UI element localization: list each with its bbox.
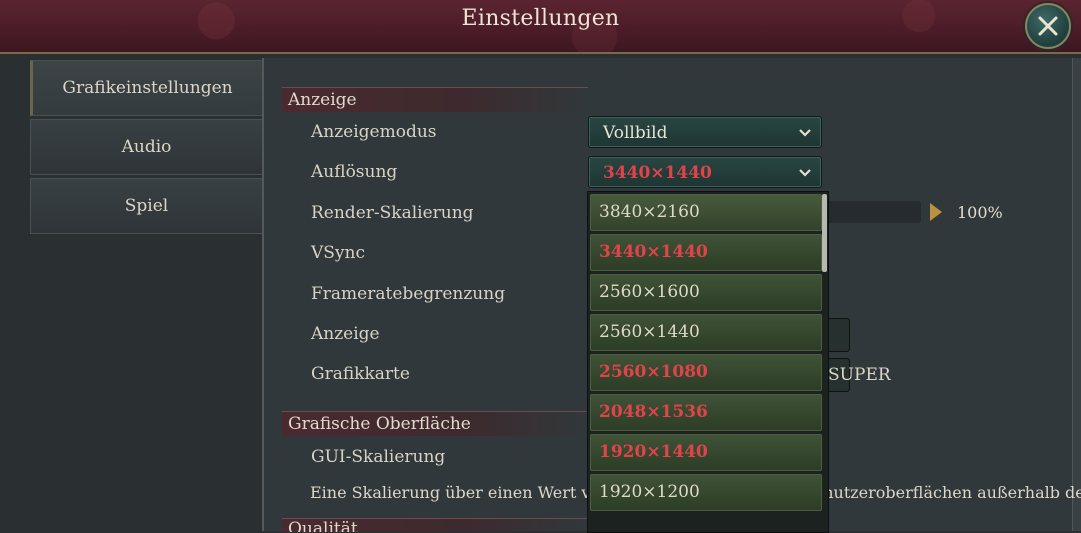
label-grafikkarte: Grafikkarte: [311, 364, 410, 384]
label-anzeige: Anzeige: [311, 324, 380, 344]
resolution-dropdown[interactable]: 3440×1440: [588, 156, 822, 188]
resolution-option[interactable]: 3840×2160: [590, 194, 822, 231]
label-render-skalierung: Render-Skalierung: [311, 203, 474, 223]
resolution-option[interactable]: 2560×1440: [590, 314, 822, 351]
section-qualitaet: Qualität: [282, 518, 588, 532]
resolution-option[interactable]: 2560×1600: [590, 274, 822, 311]
display-mode-value: Vollbild: [603, 123, 668, 143]
render-scaling-value: 100%: [957, 203, 1003, 222]
resolution-option[interactable]: 2048×1536: [590, 394, 822, 431]
label-frameratebegrenzung: Frameratebegrenzung: [311, 284, 506, 304]
arrow-right-icon[interactable]: [930, 203, 942, 221]
resolution-option[interactable]: 3440×1440: [590, 234, 822, 271]
tab-audio[interactable]: Audio: [30, 119, 262, 175]
tab-spiel[interactable]: Spiel: [30, 178, 262, 234]
label-aufloesung: Auflösung: [311, 162, 398, 182]
settings-tabs: Grafikeinstellungen Audio Spiel: [30, 60, 262, 237]
display-mode-dropdown[interactable]: Vollbild: [588, 116, 822, 148]
dropdown-scrollbar-thumb[interactable]: [822, 194, 827, 272]
resolution-option[interactable]: 1920×1200: [590, 474, 822, 511]
resolution-value: 3440×1440: [603, 163, 712, 183]
panel-scrollbar[interactable]: [1072, 58, 1081, 531]
window-title: Einstellungen: [461, 6, 620, 31]
resolution-option[interactable]: 2560×1080: [590, 354, 822, 391]
close-icon: [1038, 16, 1058, 36]
resolution-option[interactable]: 1920×1440: [590, 434, 822, 471]
close-button[interactable]: [1025, 3, 1071, 49]
render-scaling-slider[interactable]: [825, 201, 921, 223]
label-anzeigemodus: Anzeigemodus: [311, 122, 437, 142]
resolution-options-list[interactable]: 3840×2160 3440×1440 2560×1600 2560×1440 …: [587, 191, 829, 533]
section-grafische-oberflaeche: Grafische Oberfläche: [282, 411, 588, 436]
tab-grafikeinstellungen[interactable]: Grafikeinstellungen: [30, 60, 262, 116]
chevron-down-icon: [799, 117, 811, 161]
label-vsync: VSync: [311, 243, 365, 263]
label-gui-skalierung: GUI-Skalierung: [311, 447, 446, 467]
section-anzeige: Anzeige: [282, 87, 588, 112]
title-bar: Einstellungen: [0, 0, 1081, 54]
